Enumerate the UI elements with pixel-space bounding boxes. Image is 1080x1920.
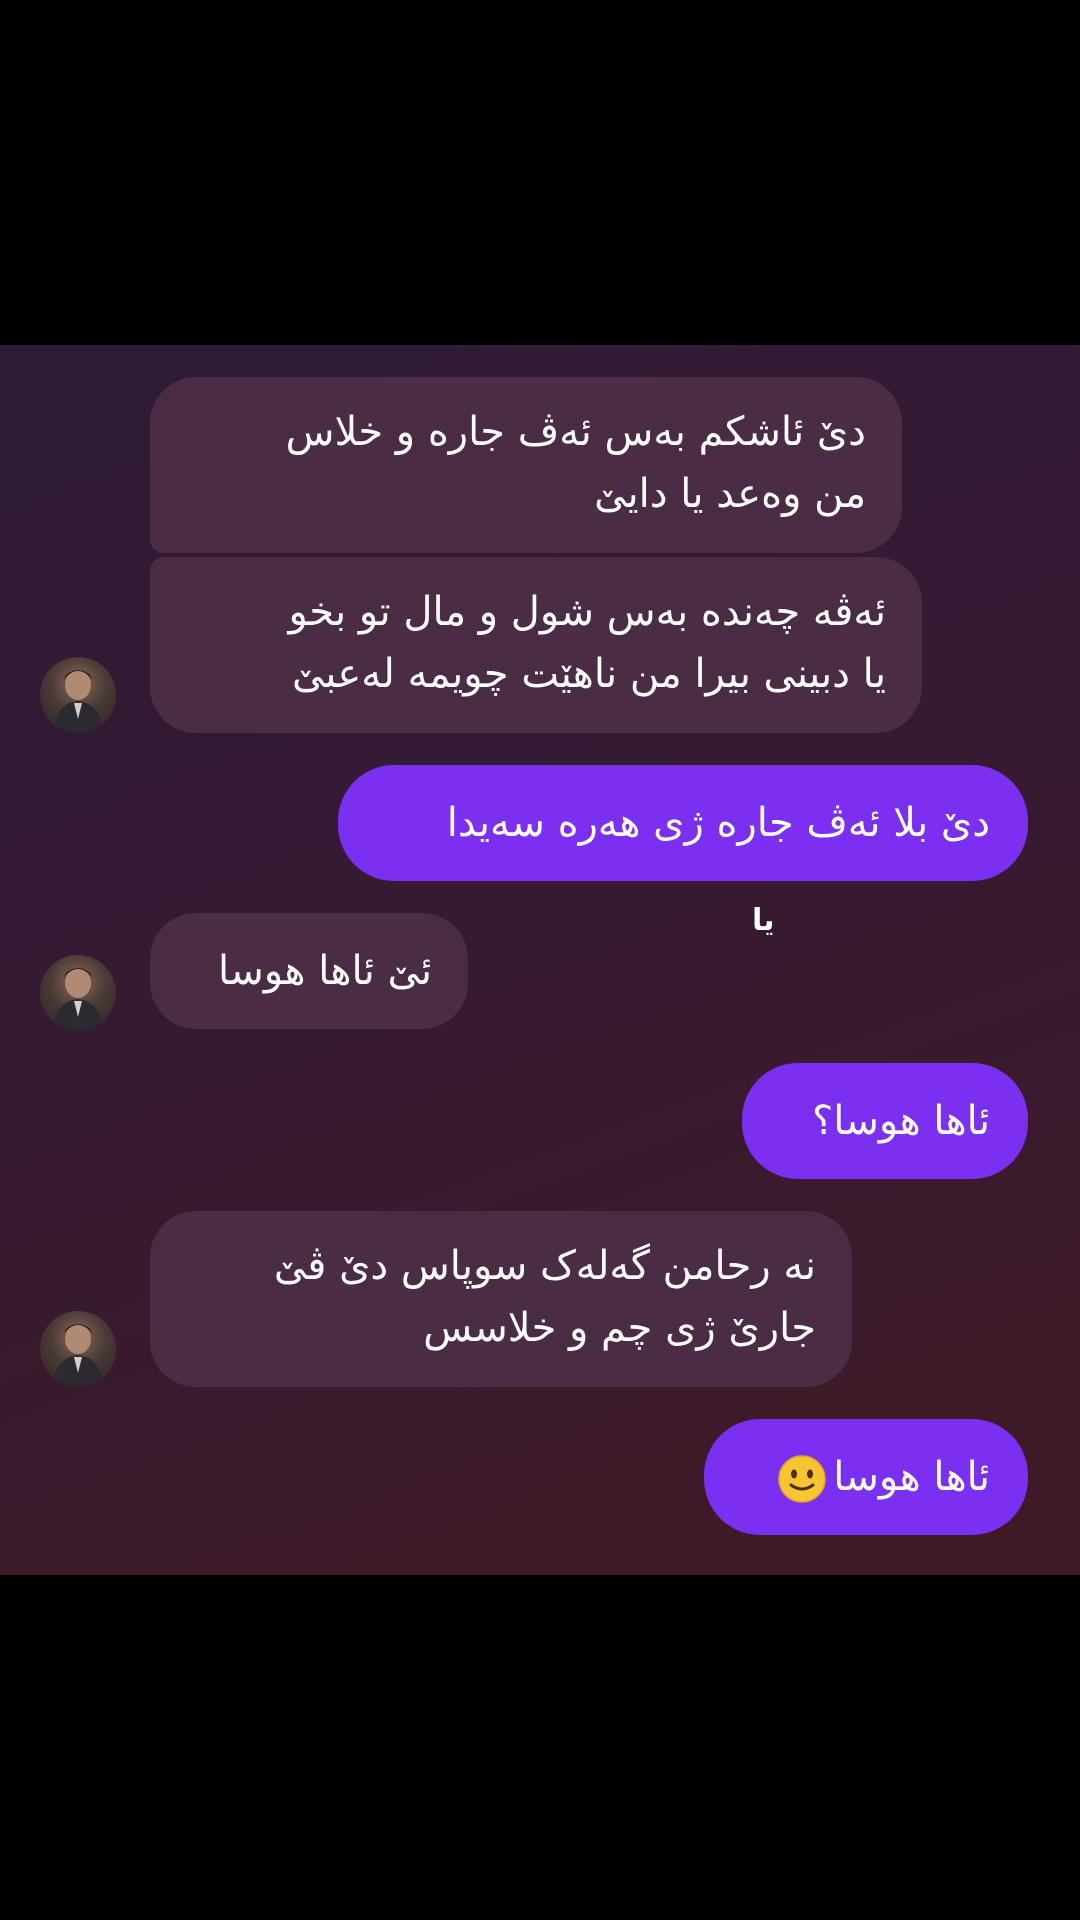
message-text: دێ بلا ئەڤ جارە ژی هەرە سەیدا	[446, 800, 990, 846]
message-reaction: یا	[752, 903, 775, 938]
incoming-message-bubble[interactable]: ئێ ئاها هوسا	[150, 913, 468, 1029]
top-letterbox	[0, 0, 1080, 345]
message-text: ئاها هوسا	[742, 1446, 990, 1508]
slightly-smiling-face-icon	[777, 1454, 827, 1504]
message-text: نە رحامن گەلەک سوپاس دێ ڤێ	[273, 1243, 816, 1289]
incoming-message-bubble[interactable]: دێ ئاشکم بەس ئەڤ جارە و خلاس من وەعد یا …	[150, 377, 902, 553]
message-text: دێ ئاشکم بەس ئەڤ جارە و خلاس	[285, 409, 866, 455]
bottom-letterbox	[0, 1575, 1080, 1920]
message-text: ئەڤە چەندە بەس شول و مال تو بخو	[288, 589, 886, 635]
outgoing-message-bubble[interactable]: ئاها هوسا؟	[742, 1063, 1028, 1179]
message-text: ئێ ئاها هوسا	[218, 948, 432, 994]
message-text: من وەعد یا دایێ	[594, 471, 866, 517]
message-text: جارێ ژی چم و خلاسس	[423, 1305, 816, 1351]
contact-avatar-icon[interactable]	[40, 657, 116, 733]
contact-avatar-icon[interactable]	[40, 1311, 116, 1387]
message-text-content: ئاها هوسا	[833, 1454, 990, 1500]
contact-avatar-icon[interactable]	[40, 955, 116, 1031]
incoming-message-bubble[interactable]: نە رحامن گەلەک سوپاس دێ ڤێ جارێ ژی چم و …	[150, 1211, 852, 1387]
outgoing-message-bubble[interactable]: دێ بلا ئەڤ جارە ژی هەرە سەیدا	[338, 765, 1028, 881]
outgoing-message-bubble[interactable]: ئاها هوسا	[704, 1419, 1028, 1535]
incoming-message-bubble[interactable]: ئەڤە چەندە بەس شول و مال تو بخو یا دبینی…	[150, 557, 922, 733]
message-text: یا دبینی بیرا من ناهێت چویمە لەعبێ	[291, 651, 886, 697]
chat-thread[interactable]: دێ ئاشکم بەس ئەڤ جارە و خلاس من وەعد یا …	[0, 345, 1080, 1575]
message-text: ئاها هوسا؟	[811, 1098, 990, 1144]
